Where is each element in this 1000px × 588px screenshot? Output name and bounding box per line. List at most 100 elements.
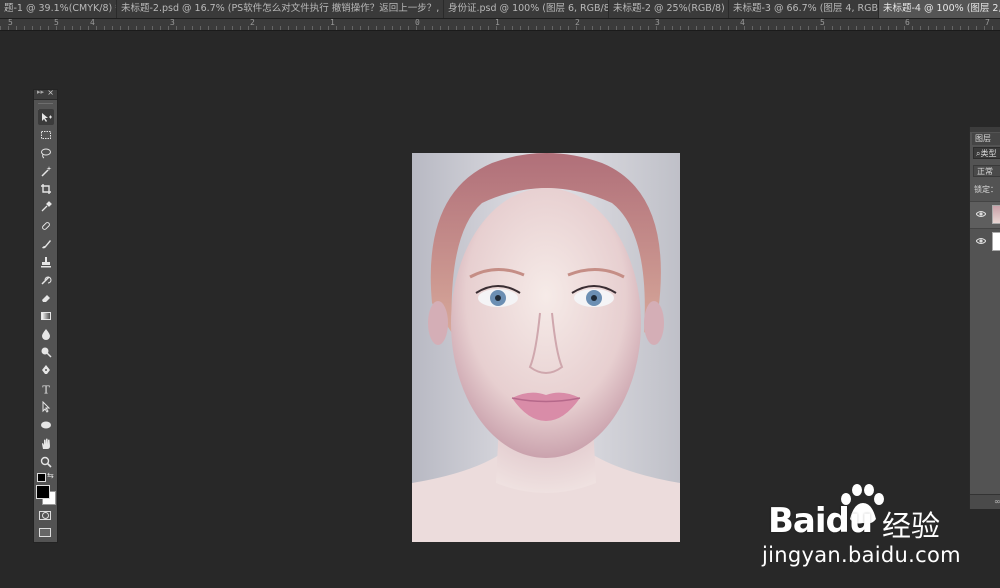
document-tab[interactable]: 未标题-2.psd @ 16.7% (PS软件怎么对文件执行 撤销操作？返回上一… xyxy=(117,0,444,18)
type-tool[interactable]: T xyxy=(38,381,54,397)
layer-thumbnail xyxy=(992,232,1000,251)
layer-thumbnail xyxy=(992,205,1000,224)
ruler-label: 4 xyxy=(90,19,95,27)
document-tab-label: 未标题-2 @ 25%(RGB/8) * xyxy=(613,3,729,14)
pen-tool[interactable] xyxy=(38,362,54,378)
tools-panel-header[interactable]: ▸▸ × xyxy=(34,88,57,100)
crop-icon xyxy=(41,184,51,194)
eraser-tool[interactable] xyxy=(38,290,54,306)
dodge-icon xyxy=(41,347,52,358)
type-icon: T xyxy=(42,384,50,396)
ruler-label: 4 xyxy=(740,19,745,27)
blend-mode-select[interactable]: 正常 xyxy=(973,165,1000,177)
ruler-label: 6 xyxy=(905,19,910,27)
baidu-logo-text: Baidu xyxy=(768,501,874,541)
tab-layers[interactable]: 图层 xyxy=(972,133,1000,145)
document-tab-bar: 题-1 @ 39.1%(CMYK/8) *× 未标题-2.psd @ 16.7% … xyxy=(0,0,1000,19)
layer-filter-field[interactable]: ⌕类型 xyxy=(973,147,1000,159)
document-tab[interactable]: 未标题-4 @ 100% (图层 2, RGB/8) xyxy=(879,0,1000,18)
hand-icon xyxy=(42,438,50,449)
eraser-icon xyxy=(42,295,50,302)
history-brush-icon xyxy=(41,276,52,285)
move-tool[interactable] xyxy=(38,109,54,125)
zoom-tool[interactable] xyxy=(38,454,54,470)
logo-du: du xyxy=(825,501,874,541)
marquee-tool[interactable] xyxy=(38,127,54,143)
brush-tool[interactable] xyxy=(38,236,54,252)
ruler-label: 7 xyxy=(985,19,990,27)
ruler-label: 1 xyxy=(495,19,500,27)
ruler-label: 5 xyxy=(820,19,825,27)
healing-brush-icon xyxy=(42,222,50,230)
quick-mask-icon[interactable] xyxy=(39,511,51,520)
marquee-icon xyxy=(41,131,51,139)
layers-panel: 图层 ⌕类型 正常 锁定： ∞ xyxy=(969,127,1000,509)
gradient-icon xyxy=(41,312,51,320)
ruler-ticks xyxy=(0,26,1000,30)
blur-icon xyxy=(42,329,50,340)
default-colors-icon[interactable] xyxy=(37,473,46,482)
path-selection-tool[interactable] xyxy=(38,399,54,415)
visibility-eye-icon[interactable] xyxy=(976,209,986,219)
canvas-document-image[interactable] xyxy=(412,153,680,542)
magic-wand-icon xyxy=(41,166,52,177)
baidu-jingyan-watermark: Baidu 经验 jingyan.baidu.com xyxy=(760,483,1000,571)
document-tab-label: 未标题-4 @ 100% (图层 2, RGB/8) xyxy=(883,3,1000,14)
document-tab[interactable]: 题-1 @ 39.1%(CMYK/8) *× xyxy=(0,0,117,18)
lasso-icon xyxy=(41,148,51,159)
ruler-label: 3 xyxy=(655,19,660,27)
document-tab-label: 未标题-2.psd @ 16.7% (PS软件怎么对文件执行 撤销操作？返回上一… xyxy=(121,3,443,14)
layer-row[interactable] xyxy=(970,228,1000,255)
ruler-label: 3 xyxy=(170,19,175,27)
tools-panel: ▸▸ × T ⇆ xyxy=(33,88,58,543)
portrait-photo xyxy=(412,153,680,542)
watermark-url: jingyan.baidu.com xyxy=(762,543,961,567)
logo-bai: Bai xyxy=(768,501,827,541)
eyedropper-icon xyxy=(41,201,52,212)
ruler-label: 0 xyxy=(415,19,420,27)
ruler-label: 2 xyxy=(575,19,580,27)
blur-tool[interactable] xyxy=(38,326,54,342)
document-tab[interactable]: 未标题-3 @ 66.7% (图层 4, RGB/8) *× xyxy=(729,0,879,18)
document-tab-label: 未标题-3 @ 66.7% (图层 4, RGB/8) * xyxy=(733,3,879,14)
clone-stamp-tool[interactable] xyxy=(38,254,54,270)
close-panel-icon[interactable]: × xyxy=(47,88,54,97)
expand-panel-icon[interactable]: ▸▸ xyxy=(37,88,44,96)
foreground-color-swatch[interactable] xyxy=(36,485,50,499)
clone-stamp-icon xyxy=(41,257,51,268)
document-tab-label: 身份证.psd @ 100% (图层 6, RGB/8) * xyxy=(448,3,609,14)
dodge-tool[interactable] xyxy=(38,344,54,360)
brush-icon xyxy=(42,240,51,249)
svg-text:T: T xyxy=(42,384,50,396)
pen-icon xyxy=(42,365,50,374)
eyedropper-tool[interactable] xyxy=(38,199,54,215)
document-tab[interactable]: 未标题-2 @ 25%(RGB/8) *× xyxy=(609,0,729,18)
layer-row[interactable] xyxy=(970,201,1000,228)
history-brush-tool[interactable] xyxy=(38,272,54,288)
ellipse-tool[interactable] xyxy=(38,417,54,433)
path-selection-icon xyxy=(42,401,51,413)
swap-colors-icon[interactable]: ⇆ xyxy=(47,471,54,480)
visibility-eye-icon[interactable] xyxy=(976,236,986,246)
move-icon xyxy=(42,113,52,122)
lock-label: 锁定： xyxy=(974,185,998,194)
hand-tool[interactable] xyxy=(38,436,54,452)
gradient-tool[interactable] xyxy=(38,308,54,324)
crop-tool[interactable] xyxy=(38,181,54,197)
horizontal-ruler: 5 5 4 3 2 1 0 1 2 3 4 5 6 7 xyxy=(0,19,1000,31)
magic-wand-tool[interactable] xyxy=(38,163,54,179)
screen-mode-icon[interactable] xyxy=(39,528,51,537)
document-tab-label: 题-1 @ 39.1%(CMYK/8) * xyxy=(4,3,117,14)
healing-brush-tool[interactable] xyxy=(38,218,54,234)
lasso-tool[interactable] xyxy=(38,145,54,161)
document-tab[interactable]: 身份证.psd @ 100% (图层 6, RGB/8) *× xyxy=(444,0,609,18)
ruler-label: 1 xyxy=(330,19,335,27)
panel-dock-header[interactable] xyxy=(970,127,1000,132)
ellipse-icon xyxy=(41,421,51,429)
jingyan-text: 经验 xyxy=(882,509,941,543)
layer-filter-label: 类型 xyxy=(980,149,997,158)
ruler-label: 5 xyxy=(54,19,59,27)
ruler-label: 5 xyxy=(8,19,13,27)
ruler-label: 2 xyxy=(250,19,255,27)
zoom-icon xyxy=(40,456,52,468)
